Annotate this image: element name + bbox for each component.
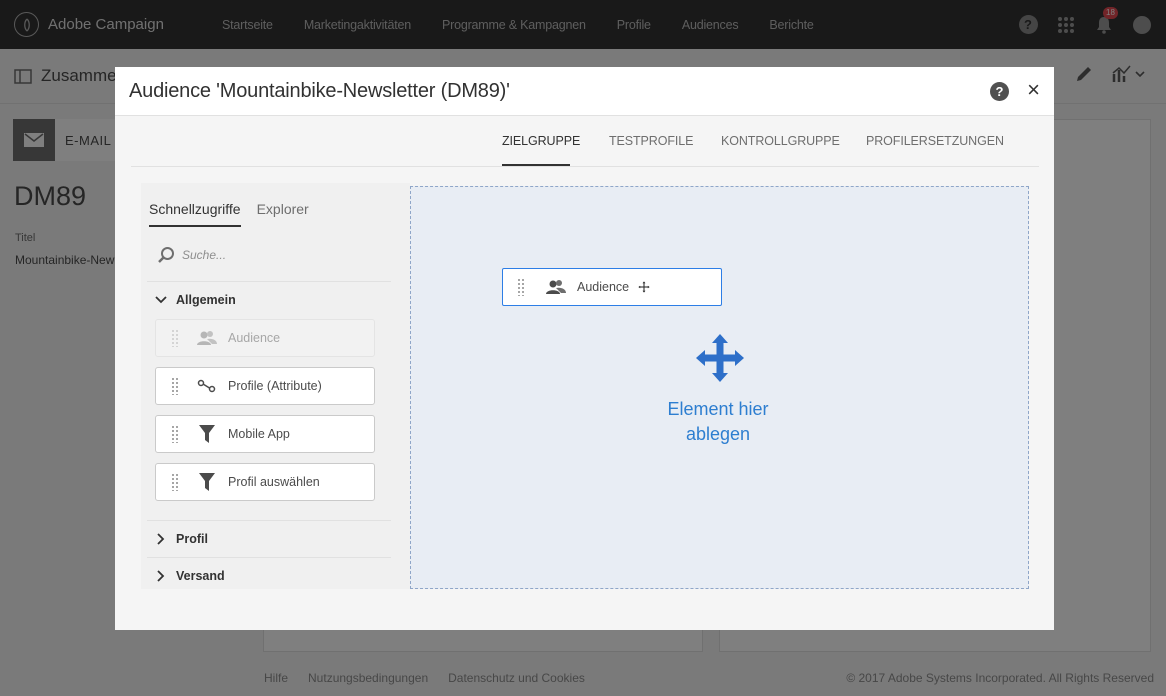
search-icon [158,247,174,263]
modal-tabs: ZIELGRUPPE TESTPROFILE KONTROLLGRUPPE PR… [131,117,1039,167]
section-label: Versand [176,569,225,583]
chevron-right-icon [157,533,165,545]
palette-tabs: Schnellzugriffe Explorer [149,201,325,227]
help-icon[interactable]: ? [990,82,1009,101]
drag-handle-icon[interactable] [517,278,527,296]
filter-icon [195,425,219,443]
dragged-item-label: Audience [577,280,630,294]
activity-palette: Schnellzugriffe Explorer Suche... Allgem… [141,183,410,589]
divider [147,557,391,558]
tab-kontrollgruppe[interactable]: KONTROLLGRUPPE [721,134,840,148]
drag-handle-icon [171,329,181,347]
audience-modal: Audience 'Mountainbike-Newsletter (DM89)… [115,67,1054,630]
tab-zielgruppe[interactable]: ZIELGRUPPE [502,134,580,148]
drop-hint: Element hier ablegen [611,397,825,447]
close-icon[interactable]: × [1027,79,1040,101]
modal-title: Audience 'Mountainbike-Newsletter (DM89)… [129,80,510,102]
section-allgemein[interactable]: Allgemein [155,293,236,307]
tab-testprofile[interactable]: TESTPROFILE [609,134,693,148]
palette-item-mobile-app[interactable]: Mobile App [155,415,375,453]
section-label: Profil [176,532,208,546]
tab-quick-access[interactable]: Schnellzugriffe [149,201,241,227]
palette-item-select-profile[interactable]: Profil auswählen [155,463,375,501]
divider [147,520,391,521]
filter-icon [195,473,219,491]
palette-item-profile-attributes[interactable]: Profile (Attribute) [155,367,375,405]
search-input[interactable]: Suche... [182,248,226,262]
section-label: Allgemein [176,293,236,307]
active-tab-indicator [502,164,570,166]
drop-hint-line1: Element hier [667,399,769,419]
workflow-drop-zone[interactable]: Audience Element hier ablegen [410,186,1029,589]
divider [147,281,391,282]
palette-search[interactable]: Suche... [157,246,226,264]
palette-item-label: Audience [228,331,281,345]
dragged-activity-audience[interactable]: Audience [502,268,722,306]
modal-header: Audience 'Mountainbike-Newsletter (DM89)… [115,67,1054,116]
section-versand[interactable]: Versand [155,569,225,583]
move-cursor-icon [638,281,651,293]
move-arrows-icon [696,334,744,382]
chevron-down-icon [155,296,167,304]
palette-item-audience: Audience [155,319,375,357]
section-profil[interactable]: Profil [155,532,208,546]
palette-item-label: Mobile App [228,427,290,441]
palette-item-label: Profil auswählen [228,475,320,489]
tab-explorer[interactable]: Explorer [257,201,309,227]
drag-handle-icon[interactable] [171,377,181,395]
attribute-link-icon [195,379,219,393]
tab-profilersetzungen[interactable]: PROFILERSETZUNGEN [866,134,1004,148]
palette-item-label: Profile (Attribute) [228,379,322,393]
chevron-right-icon [157,570,165,582]
audience-icon [195,330,219,346]
drag-handle-icon[interactable] [171,425,181,443]
audience-icon [544,279,568,295]
drop-hint-line2: ablegen [685,424,751,444]
drag-handle-icon[interactable] [171,473,181,491]
